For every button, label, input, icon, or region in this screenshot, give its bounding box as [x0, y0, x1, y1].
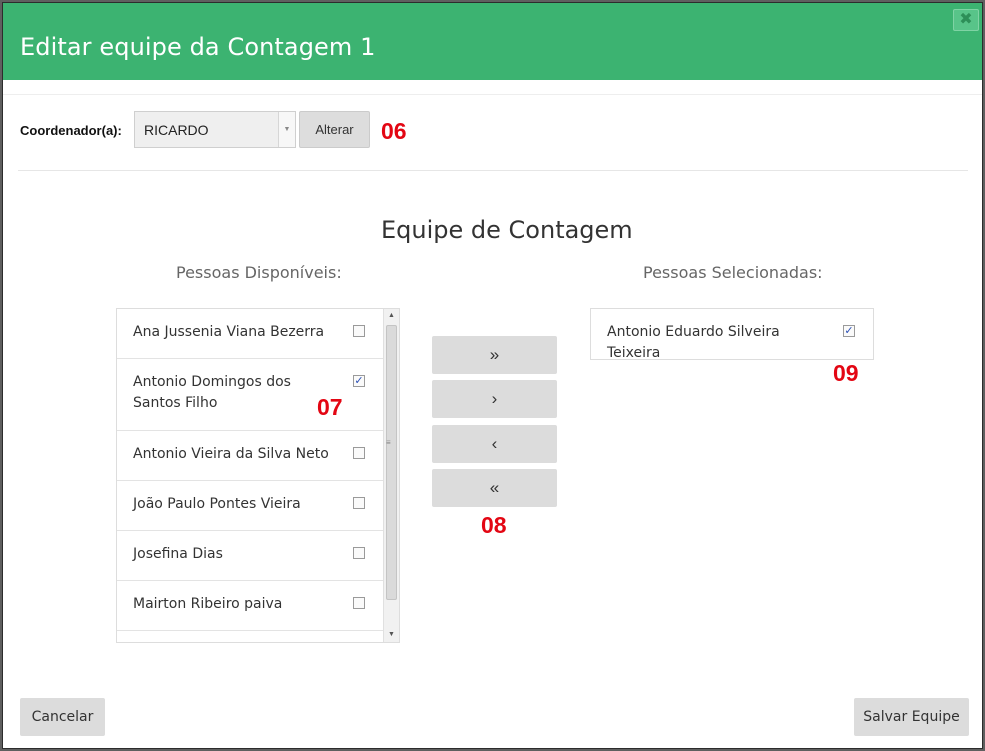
list-item[interactable]: Antonio Eduardo Silveira Teixeira ✓ [591, 309, 873, 361]
grip-icon: ≡ [386, 438, 391, 447]
person-checkbox[interactable] [353, 447, 365, 459]
person-name: Antonio Eduardo Silveira Teixeira [607, 324, 780, 361]
close-button[interactable]: ✖ [953, 9, 979, 31]
annotation-07: 07 [317, 394, 343, 420]
section-divider [18, 170, 968, 171]
coordinator-label: Coordenador(a): [20, 123, 122, 138]
edit-team-modal: Editar equipe da Contagem 1 ✖ Coordenado… [2, 2, 983, 749]
selected-people-label: Pessoas Selecionadas: [643, 263, 823, 282]
available-people-label: Pessoas Disponíveis: [176, 263, 342, 282]
cancel-button[interactable]: Cancelar [20, 698, 105, 736]
person-checkbox[interactable]: ✓ [843, 325, 855, 337]
change-coordinator-button[interactable]: Alterar [299, 111, 370, 148]
person-name: João Paulo Pontes Vieira [133, 496, 301, 512]
selected-people-list[interactable]: Antonio Eduardo Silveira Teixeira ✓ [590, 308, 874, 361]
person-checkbox[interactable] [353, 325, 365, 337]
coordinator-select[interactable]: RICARDO ▼ [134, 111, 296, 148]
scroll-down-arrow-icon[interactable]: ▼ [384, 628, 399, 642]
team-title: Equipe de Contagem [381, 216, 633, 244]
scroll-thumb[interactable] [386, 325, 397, 600]
save-team-button[interactable]: Salvar Equipe [854, 698, 969, 736]
coordinator-select-value: RICARDO [144, 122, 209, 138]
person-name: Josefina Dias [133, 546, 223, 562]
person-name: Ana Jussenia Viana Bezerra [133, 324, 325, 340]
annotation-09: 09 [833, 360, 859, 386]
person-name: Antonio Domingos dos Santos Filho [133, 374, 291, 411]
list-item[interactable]: Antonio Vieira da Silva Neto [117, 431, 384, 481]
person-checkbox[interactable] [353, 497, 365, 509]
scroll-up-arrow-icon[interactable]: ▲ [384, 309, 399, 323]
list-item[interactable]: Ana Jussenia Viana Bezerra [117, 309, 384, 359]
annotation-08: 08 [481, 512, 507, 538]
move-all-left-button[interactable]: « [432, 469, 557, 507]
person-checkbox[interactable]: ✓ [353, 375, 365, 387]
move-left-button[interactable]: ‹ [432, 425, 557, 463]
chevron-down-icon[interactable]: ▼ [278, 112, 295, 147]
annotation-06: 06 [381, 118, 407, 144]
person-name: Mairton Ribeiro paiva [133, 596, 283, 612]
list-scrollbar[interactable]: ▲ ≡ ▼ [383, 309, 399, 642]
header-divider [3, 94, 982, 95]
available-people-list[interactable]: Ana Jussenia Viana Bezerra Antonio Domin… [116, 308, 400, 643]
list-item[interactable]: Josefina Dias [117, 531, 384, 581]
move-right-button[interactable]: › [432, 380, 557, 418]
person-checkbox[interactable] [353, 547, 365, 559]
modal-header: Editar equipe da Contagem 1 ✖ [3, 3, 982, 80]
list-item[interactable]: Antonio Domingos dos Santos Filho ✓ [117, 359, 384, 431]
modal-title: Editar equipe da Contagem 1 [20, 33, 376, 61]
list-item[interactable]: Mairton Ribeiro paiva [117, 581, 384, 631]
list-item[interactable]: João Paulo Pontes Vieira [117, 481, 384, 531]
close-icon: ✖ [959, 11, 973, 28]
move-all-right-button[interactable]: » [432, 336, 557, 374]
person-checkbox[interactable] [353, 597, 365, 609]
person-name: Antonio Vieira da Silva Neto [133, 446, 329, 462]
